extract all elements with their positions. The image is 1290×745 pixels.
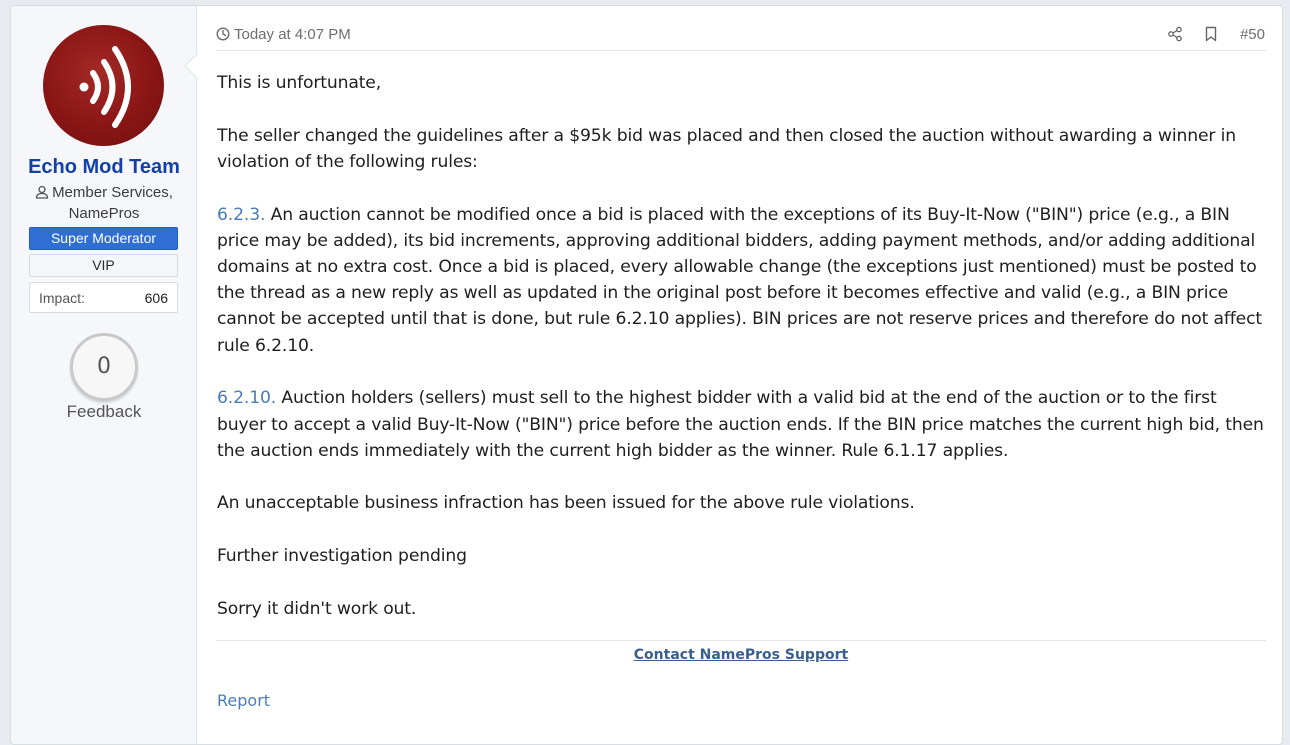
- username[interactable]: Echo Mod Team: [11, 156, 197, 179]
- bookmark-icon[interactable]: [1204, 26, 1218, 46]
- avatar[interactable]: [43, 25, 164, 146]
- post-header: Today at 4:07 PM #50: [216, 25, 1266, 51]
- post-paragraph: The seller changed the guidelines after …: [217, 125, 1236, 172]
- super-moderator-banner: Super Moderator: [29, 227, 178, 250]
- user-icon: [35, 185, 49, 199]
- signature-divider: [216, 640, 1266, 641]
- share-icon[interactable]: [1167, 26, 1183, 46]
- post-paragraph: An unacceptable business infraction has …: [217, 493, 915, 514]
- post-paragraph: Sorry it didn't work out.: [217, 598, 417, 619]
- feedback-count[interactable]: 0: [70, 333, 138, 401]
- contact-support-link[interactable]: Contact NamePros Support: [216, 647, 1266, 663]
- post-container: Echo Mod Team Member Services, NamePros …: [10, 5, 1283, 745]
- post-paragraph: This is unfortunate,: [217, 73, 382, 93]
- impact-label: Impact:: [39, 290, 85, 306]
- impact-value: 606: [144, 290, 168, 306]
- impact-stat: Impact: 606: [29, 282, 178, 313]
- post-paragraph: 6.2.10. Auction holders (sellers) must s…: [217, 385, 1267, 464]
- member-title: Member Services, NamePros: [21, 182, 187, 224]
- sound-waves-icon: [79, 46, 131, 128]
- user-sidebar: Echo Mod Team Member Services, NamePros …: [11, 6, 197, 744]
- rule-text: An auction cannot be modified once a bid…: [217, 204, 1262, 356]
- member-title-text: Member Services, NamePros: [52, 184, 173, 222]
- rule-text: Auction holders (sellers) must sell to t…: [217, 388, 1264, 461]
- post-timestamp[interactable]: Today at 4:07 PM: [216, 26, 351, 43]
- post-paragraph: 6.2.3. An auction cannot be modified onc…: [217, 202, 1267, 359]
- rule-6-2-10-link[interactable]: 6.2.10.: [217, 388, 276, 408]
- clock-icon: [216, 27, 230, 41]
- post-time-text: Today at 4:07 PM: [234, 26, 351, 43]
- vip-banner: VIP: [29, 254, 178, 277]
- post-paragraph: Further investigation pending: [217, 546, 467, 567]
- report-link[interactable]: Report: [217, 691, 270, 710]
- rule-6-2-3-link[interactable]: 6.2.3.: [217, 205, 265, 225]
- post-number[interactable]: #50: [1240, 26, 1265, 43]
- feedback-label[interactable]: Feedback: [11, 402, 197, 422]
- post-body: This is unfortunate, The seller changed …: [217, 70, 1267, 649]
